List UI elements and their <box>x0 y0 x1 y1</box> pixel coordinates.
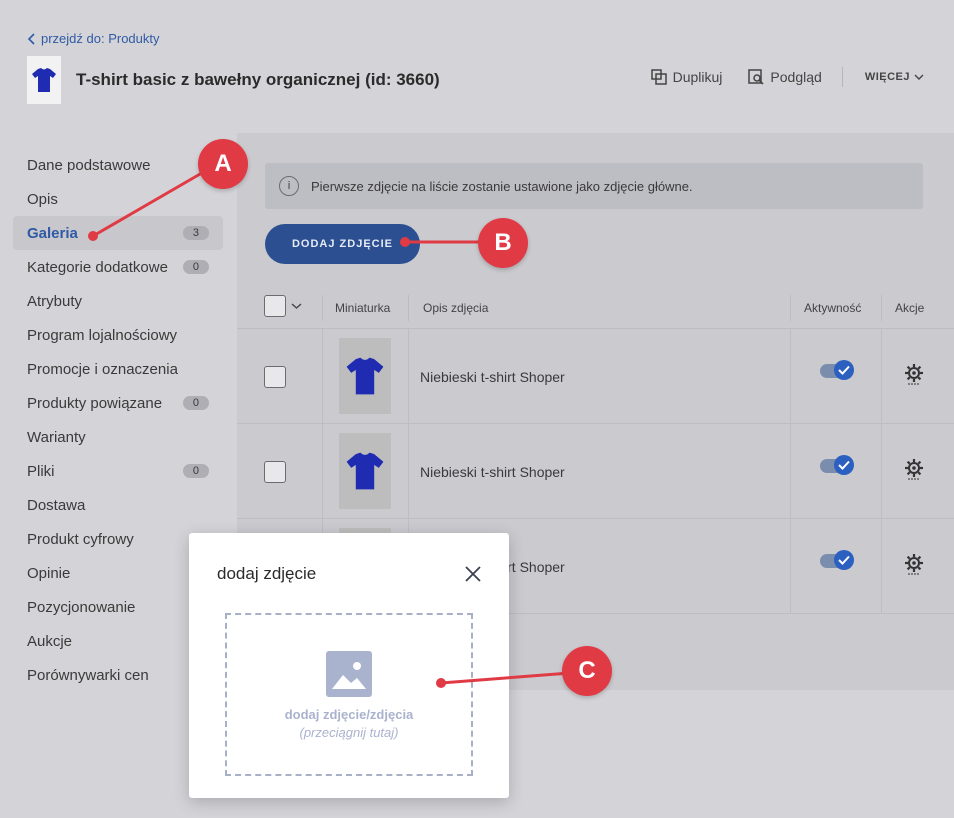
annotation-marker-c: C <box>562 646 612 696</box>
annotation-c-dot <box>436 678 446 688</box>
page: przejdź do: Produkty T-shirt basic z baw… <box>0 0 954 818</box>
annotation-c-line <box>440 671 571 685</box>
annotation-c-lines <box>436 671 571 688</box>
